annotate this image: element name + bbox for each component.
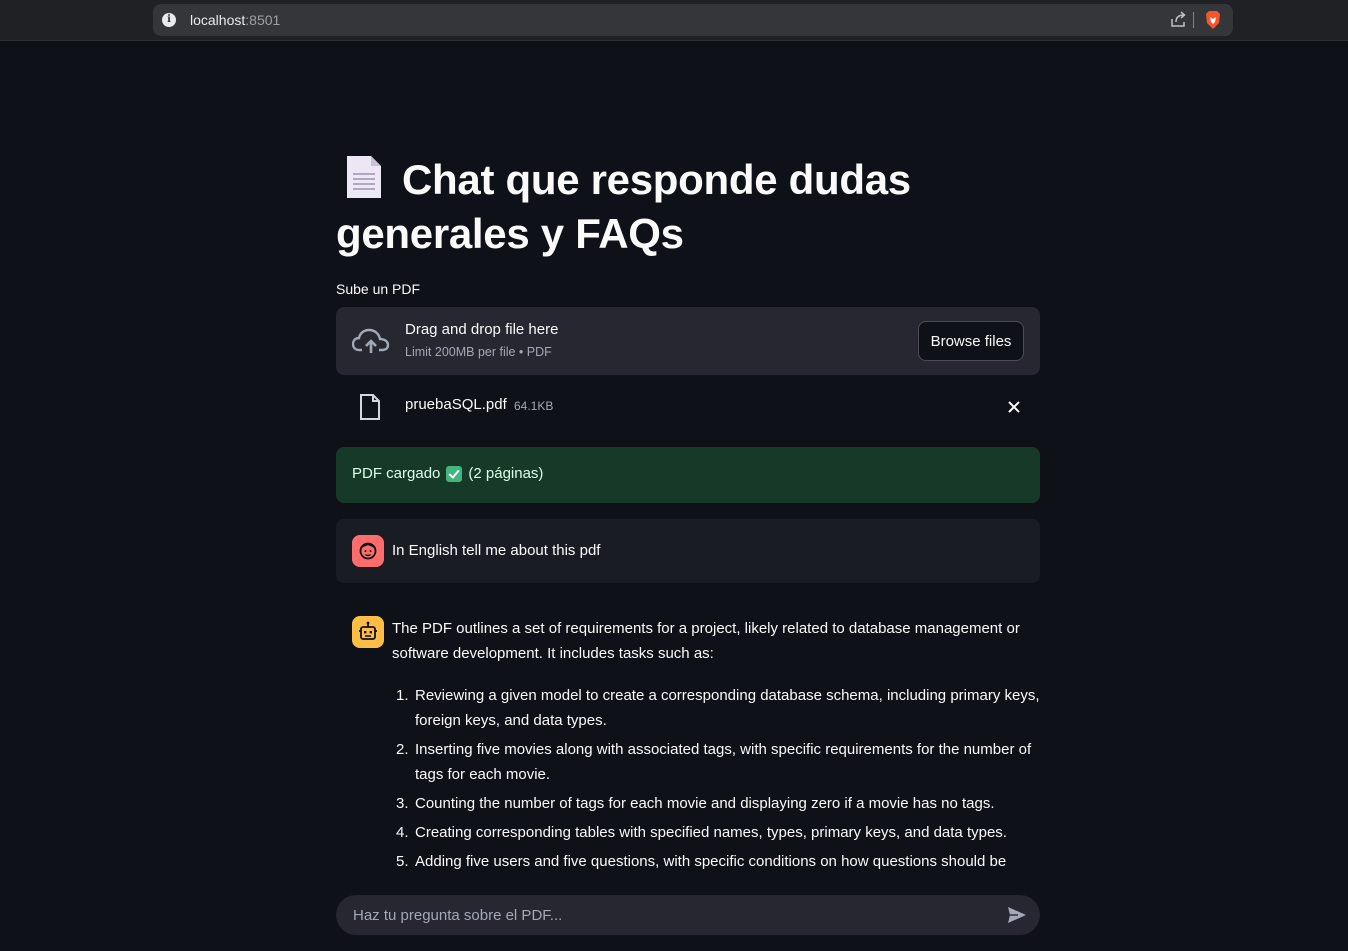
list-item-number: 2.	[396, 741, 409, 758]
list-item: 1. Reviewing a given model to create a co…	[392, 683, 1040, 733]
user-chat-message: In English tell me about this pdf	[336, 519, 1040, 583]
url-text[interactable]: localhost:8501	[190, 12, 280, 28]
url-port: :8501	[245, 12, 281, 28]
toolbar-separator	[1193, 12, 1194, 28]
browser-toolbar: i localhost:8501	[0, 0, 1348, 41]
chat-input-container	[336, 895, 1040, 935]
dropzone-limit: Limit 200MB per file • PDF	[405, 345, 552, 359]
chat-input[interactable]	[353, 895, 993, 935]
close-icon[interactable]	[1006, 399, 1022, 415]
uploaded-file-name: pruebaSQL.pdf	[405, 396, 507, 413]
list-item-number: 3.	[396, 795, 409, 812]
list-item: 4. Creating corresponding tables with spe…	[392, 820, 1040, 845]
main-content: Chat que responde dudas generales y FAQs…	[336, 41, 1040, 951]
dropzone-instructions: Drag and drop file here	[405, 321, 559, 338]
list-item-text: Adding five users and five questions, wi…	[415, 853, 1007, 870]
file-dropzone[interactable]: Drag and drop file here Limit 200MB per …	[336, 307, 1040, 375]
list-item-text: Inserting five movies along with associa…	[415, 741, 1032, 783]
list-item-number: 1.	[396, 687, 409, 704]
cloud-upload-icon	[352, 328, 390, 353]
success-alert: PDF cargado (2 páginas)	[336, 447, 1040, 503]
uploaded-file-row: pruebaSQL.pdf 64.1KB	[336, 387, 1040, 427]
document-icon	[347, 156, 381, 198]
list-item-text: Reviewing a given model to create a corr…	[415, 687, 1040, 729]
list-item: 3. Counting the number of tags for each m…	[392, 791, 1040, 816]
file-icon	[360, 394, 380, 420]
url-host: localhost	[190, 12, 246, 28]
page-title-text: Chat que responde dudas generales y FAQs	[336, 156, 911, 257]
browse-files-button[interactable]: Browse files	[918, 321, 1024, 361]
address-bar[interactable]: i localhost:8501	[153, 4, 1233, 36]
assistant-list: 1. Reviewing a given model to create a co…	[392, 683, 1040, 874]
assistant-intro: The PDF outlines a set of requirements f…	[392, 620, 1020, 662]
success-text-before: PDF cargado	[352, 465, 441, 482]
page-title: Chat que responde dudas generales y FAQs	[336, 153, 1040, 261]
list-item: 2. Inserting five movies along with assoc…	[392, 737, 1040, 787]
share-icon[interactable]	[1169, 11, 1187, 29]
list-item-text: Creating corresponding tables with speci…	[415, 824, 1007, 841]
list-item-text: Counting the number of tags for each mov…	[415, 795, 995, 812]
info-icon[interactable]: i	[162, 13, 176, 27]
scroll-fade	[336, 871, 1040, 891]
assistant-message-body: The PDF outlines a set of requirements f…	[392, 616, 1040, 878]
user-message-text: In English tell me about this pdf	[392, 542, 601, 559]
user-avatar-icon	[352, 535, 384, 567]
send-icon[interactable]	[1007, 906, 1027, 924]
brave-icon[interactable]	[1204, 10, 1222, 30]
success-message: PDF cargado (2 páginas)	[352, 465, 543, 482]
success-text-after: (2 páginas)	[468, 465, 544, 482]
robot-avatar-icon	[352, 616, 384, 648]
uploader-label: Sube un PDF	[336, 281, 421, 297]
check-mark-icon	[446, 465, 463, 482]
list-item-number: 4.	[396, 824, 409, 841]
uploaded-file-size: 64.1KB	[514, 399, 554, 413]
